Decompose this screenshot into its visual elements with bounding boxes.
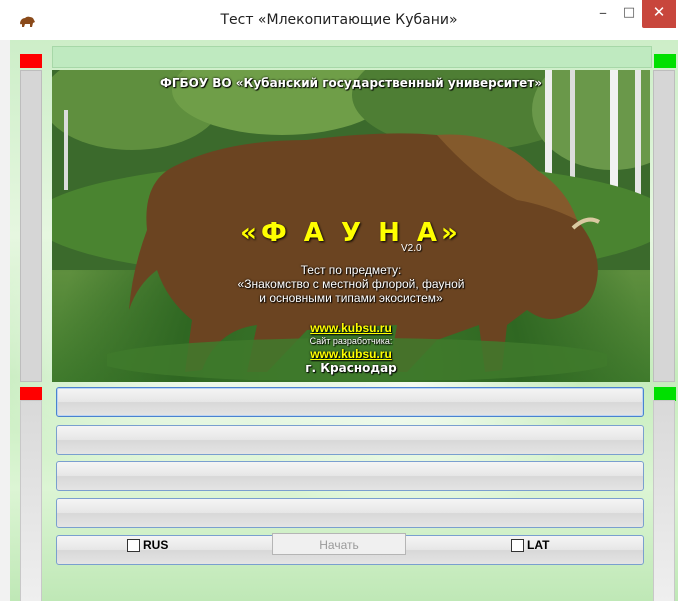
- product-title: «Ф А У Н А»: [240, 218, 462, 248]
- lat-checkbox-box[interactable]: [511, 538, 524, 552]
- right-progress-column: [653, 70, 675, 382]
- client-area: ФГБОУ ВО «Кубанский государственный унив…: [10, 40, 678, 601]
- lat-checkbox-label: LAT: [527, 538, 550, 552]
- answer-button-2[interactable]: [56, 425, 644, 455]
- indicator-green-top: [654, 54, 676, 68]
- subject-description: Тест по предмету: «Знакомство с местной …: [52, 263, 650, 305]
- university-title: ФГБОУ ВО «Кубанский государственный унив…: [159, 76, 543, 90]
- indicator-green-bottom: [654, 387, 676, 401]
- top-status-strip: [52, 46, 652, 68]
- answer-button-3[interactable]: [56, 461, 644, 491]
- answer-button-1[interactable]: [56, 387, 644, 417]
- splash-image: ФГБОУ ВО «Кубанский государственный унив…: [52, 70, 650, 382]
- subject-line-3: и основными типами экосистем»: [259, 291, 443, 305]
- rus-checkbox[interactable]: RUS: [127, 538, 168, 552]
- subject-line-1: Тест по предмету:: [300, 263, 402, 277]
- left-progress-column: [20, 70, 42, 382]
- minimize-button[interactable]: –: [590, 0, 616, 28]
- indicator-red-top: [20, 54, 42, 68]
- developer-site-link[interactable]: www.kubsu.ru: [52, 347, 650, 361]
- university-site-link[interactable]: www.kubsu.ru: [52, 321, 650, 335]
- maximize-button[interactable]: □: [616, 0, 642, 28]
- city-label: г. Краснодар: [305, 361, 397, 375]
- developer-site-label: Сайт разработчика:: [309, 336, 393, 346]
- indicator-red-bottom: [20, 387, 42, 401]
- window-title: Тест «Млекопитающие Кубани»: [220, 12, 458, 28]
- lat-checkbox[interactable]: LAT: [511, 538, 549, 552]
- rus-checkbox-label: RUS: [143, 538, 169, 552]
- close-button[interactable]: ✕: [642, 0, 676, 28]
- start-button[interactable]: Начать: [272, 533, 406, 555]
- answer-button-4[interactable]: [56, 498, 644, 528]
- left-lower-column: [20, 400, 42, 601]
- version-label: V2.0: [401, 243, 422, 254]
- subject-line-2: «Знакомство с местной флорой, фауной: [237, 277, 465, 291]
- rus-checkbox-box[interactable]: [127, 538, 140, 552]
- right-lower-column: [653, 400, 675, 601]
- app-window: Тест «Млекопитающие Кубани» – □ ✕ ФГБОУ …: [0, 0, 678, 601]
- title-bar: Тест «Млекопитающие Кубани» – □ ✕: [0, 0, 678, 40]
